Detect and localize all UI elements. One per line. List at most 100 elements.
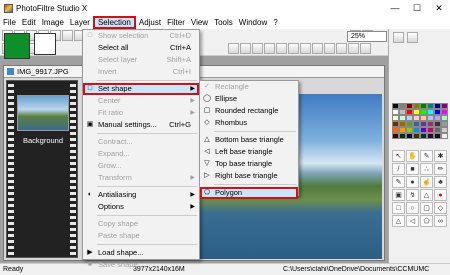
hand-tool-icon[interactable]: ✋ — [406, 150, 419, 162]
palette-swatch[interactable] — [434, 133, 441, 139]
advanced-brush-icon[interactable]: ✎ — [392, 176, 405, 188]
spray-tool-icon[interactable]: ∴ — [420, 163, 433, 175]
menu-image[interactable]: Image — [39, 16, 67, 29]
hue-icon[interactable] — [300, 43, 311, 54]
tools-toggle-icon[interactable] — [407, 32, 418, 43]
menu-edit[interactable]: Edit — [19, 16, 39, 29]
menu-item-load-shape[interactable]: ▶ Load shape... — [83, 247, 199, 259]
menu-item-options[interactable]: Options ▶ — [83, 201, 199, 213]
shape-icon: ◁ — [204, 148, 210, 155]
menu-item-save-shape[interactable]: ■ Save shape... — [83, 259, 199, 271]
menu-separator — [97, 186, 197, 187]
menu-item-grow[interactable]: Grow... — [83, 160, 199, 172]
smudge-tool-icon[interactable]: ☝ — [420, 176, 433, 188]
shape-item-rounded-rectangle[interactable]: ▢ Rounded rectangle — [200, 105, 298, 117]
shape-item-bottom-base-triangle[interactable]: △ Bottom base triangle — [200, 134, 298, 146]
rhombus-tool-icon[interactable]: ◇ — [434, 202, 447, 214]
resize-icon[interactable] — [324, 43, 335, 54]
menu-help[interactable]: ? — [270, 16, 280, 29]
blur-tool-icon[interactable]: ● — [406, 176, 419, 188]
rectangle-tool-icon[interactable]: □ — [392, 202, 405, 214]
levels-icon[interactable] — [312, 43, 323, 54]
clone-tool-icon[interactable]: ♣ — [434, 176, 447, 188]
gradient-icon[interactable] — [360, 43, 371, 54]
deform-tool-icon[interactable]: ↯ — [406, 189, 419, 201]
shape-item-right-base-triangle[interactable]: ▷ Right base triangle — [200, 170, 298, 182]
palette-swatch[interactable] — [441, 133, 448, 139]
shape-item-ellipse[interactable]: ◯ Ellipse — [200, 93, 298, 105]
menu-item-transform[interactable]: Transform ▶ — [83, 172, 199, 184]
sharpen-icon[interactable] — [276, 43, 287, 54]
shape-item-label: Left base triangle — [215, 147, 273, 156]
menu-item-expand[interactable]: Expand... — [83, 148, 199, 160]
red-eye-tool-icon[interactable]: ● — [434, 189, 447, 201]
crop-icon[interactable] — [336, 43, 347, 54]
text-tool-icon[interactable] — [348, 43, 359, 54]
close-button[interactable]: ✕ — [428, 0, 450, 16]
menu-item-select-all[interactable]: Select all Ctrl+A — [83, 42, 199, 54]
rotate-icon[interactable] — [228, 43, 239, 54]
shape-item-polygon[interactable]: ⬠ Polygon — [200, 187, 298, 199]
left-triangle-tool-icon[interactable]: ◁ — [406, 215, 419, 227]
menu-view[interactable]: View — [188, 16, 211, 29]
zoom-select[interactable]: 25% — [347, 31, 387, 42]
palette-toggle-icon[interactable] — [393, 32, 404, 43]
menu-adjust[interactable]: Adjust — [136, 16, 164, 29]
palette-swatch[interactable] — [420, 133, 427, 139]
document-title: IMG_9917.JPG — [17, 67, 69, 76]
menu-filter[interactable]: Filter — [164, 16, 188, 29]
menu-item-center[interactable]: Center ▶ — [83, 95, 199, 107]
palette-swatch[interactable] — [392, 133, 399, 139]
brush-tool-icon[interactable]: ✏ — [434, 163, 447, 175]
foreground-color[interactable] — [4, 33, 30, 59]
menu-window[interactable]: Window — [236, 16, 270, 29]
rounded-rect-tool-icon[interactable]: ▢ — [420, 202, 433, 214]
undo-icon[interactable] — [62, 30, 73, 41]
pointer-tool-icon[interactable]: ↖ — [392, 150, 405, 162]
blur-icon[interactable] — [288, 43, 299, 54]
menu-item-set-shape[interactable]: □ Set shape ▶ — [83, 83, 199, 95]
grayscale-icon[interactable] — [252, 43, 263, 54]
stamp-tool-icon[interactable]: △ — [420, 189, 433, 201]
maximize-button[interactable]: ☐ — [406, 0, 428, 16]
shape-item-rectangle[interactable]: ✓ Rectangle — [200, 81, 298, 93]
flip-icon[interactable] — [240, 43, 251, 54]
eyedropper-tool-icon[interactable]: ✎ — [420, 150, 433, 162]
palette-swatch[interactable] — [399, 133, 406, 139]
color-palette[interactable] — [392, 103, 448, 143]
line-tool-icon[interactable]: / — [392, 163, 405, 175]
title-bar: PhotoFiltre Studio X — ☐ ✕ — [0, 0, 450, 16]
fill-tool-icon[interactable]: ■ — [406, 163, 419, 175]
menu-tools[interactable]: Tools — [211, 16, 236, 29]
menu-item-select-layer[interactable]: Select layer Shift+A — [83, 54, 199, 66]
menu-item-fit-ratio[interactable]: Fit ratio ▶ — [83, 107, 199, 119]
sepia-icon[interactable] — [264, 43, 275, 54]
shape-item-left-base-triangle[interactable]: ◁ Left base triangle — [200, 146, 298, 158]
menu-item-contract[interactable]: Contract... — [83, 136, 199, 148]
shape-item-rhombus[interactable]: ◇ Rhombus — [200, 117, 298, 129]
lasso-tool-icon[interactable]: ∞ — [434, 215, 447, 227]
background-color[interactable] — [34, 33, 56, 55]
minimize-button[interactable]: — — [384, 0, 406, 16]
polygon-tool-icon[interactable]: ⬠ — [420, 215, 433, 227]
submenu-arrow-icon: ▶ — [190, 98, 195, 104]
shape-item-top-base-triangle[interactable]: ▽ Top base triangle — [200, 158, 298, 170]
menu-file[interactable]: File — [0, 16, 19, 29]
palette-swatch[interactable] — [413, 133, 420, 139]
menu-item-show-selection[interactable]: □ Show selection Ctrl+D — [83, 30, 199, 42]
palette-swatch[interactable] — [427, 133, 434, 139]
menu-layer[interactable]: Layer — [67, 16, 93, 29]
layer-thumbnail[interactable] — [17, 95, 69, 131]
menu-item-copy-shape[interactable]: Copy shape — [83, 218, 199, 230]
ellipse-tool-icon[interactable]: ○ — [406, 202, 419, 214]
menu-item-manual-settings[interactable]: ▣ Manual settings... Ctrl+G — [83, 119, 199, 131]
menu-item-invert[interactable]: Invert Ctrl+I — [83, 66, 199, 78]
triangle-tool-icon[interactable]: △ — [392, 215, 405, 227]
shape-item-label: Rounded rectangle — [215, 106, 279, 115]
menu-item-paste-shape[interactable]: Paste shape — [83, 230, 199, 242]
palette-swatch[interactable] — [406, 133, 413, 139]
magic-wand-icon[interactable]: ✱ — [434, 150, 447, 162]
menu-selection[interactable]: Selection — [92, 16, 136, 29]
eraser-tool-icon[interactable]: ▣ — [392, 189, 405, 201]
menu-item-antialiasing[interactable]: ◐ Antialiasing ▶ — [83, 189, 199, 201]
